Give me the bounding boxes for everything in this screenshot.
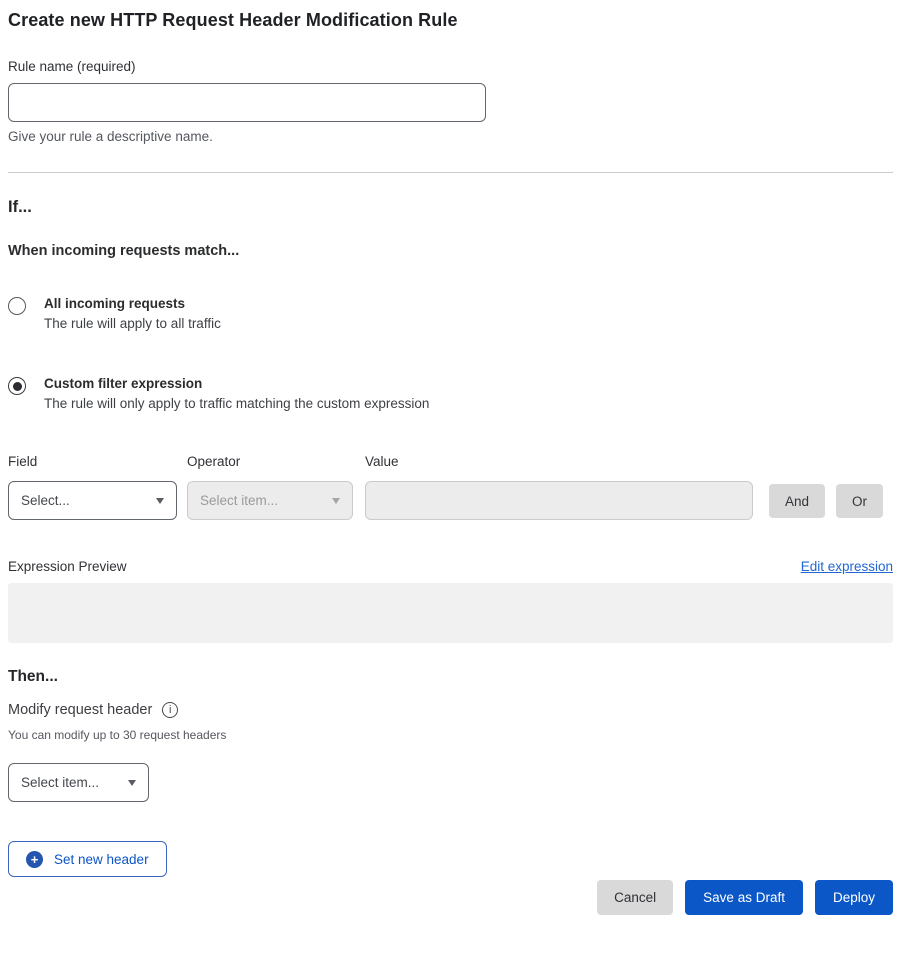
set-new-header-label: Set new header [54,852,149,867]
rule-name-input[interactable] [8,83,486,122]
modify-header-label: Modify request header [8,702,152,718]
option-all-incoming-requests[interactable]: All incoming requests The rule will appl… [8,296,893,331]
value-input [365,481,753,520]
radio-button-selected[interactable] [8,377,26,395]
option-text: All incoming requests The rule will appl… [44,296,221,331]
option-description: The rule will only apply to traffic matc… [44,396,429,411]
field-select-value: Select... [21,493,70,508]
radio-button-unselected[interactable] [8,297,26,315]
save-draft-button[interactable]: Save as Draft [685,880,803,915]
then-heading: Then... [8,668,893,686]
header-item-select[interactable]: Select item... [8,763,149,802]
footer-actions: Cancel Save as Draft Deploy [8,880,893,915]
section-divider [8,172,893,173]
operator-column: Operator Select item... [187,454,353,520]
edit-expression-link[interactable]: Edit expression [801,559,893,574]
if-heading: If... [8,198,893,217]
expression-builder-row: Field Select... Operator Select item... … [8,454,893,520]
option-custom-filter-expression[interactable]: Custom filter expression The rule will o… [8,376,893,411]
rule-name-label: Rule name (required) [8,59,893,74]
option-description: The rule will apply to all traffic [44,316,221,331]
operator-select: Select item... [187,481,353,520]
operator-label: Operator [187,454,353,469]
modify-header-helper: You can modify up to 30 request headers [8,728,893,742]
create-rule-form: Create new HTTP Request Header Modificat… [0,0,899,915]
set-new-header-button[interactable]: + Set new header [8,841,167,877]
field-column: Field Select... [8,454,177,520]
chevron-down-icon [128,780,136,786]
page-title: Create new HTTP Request Header Modificat… [8,10,893,31]
plus-icon: + [26,851,43,868]
expression-preview-box [8,583,893,643]
expression-preview-label: Expression Preview [8,559,127,574]
deploy-button[interactable]: Deploy [815,880,893,915]
chevron-down-icon [332,498,340,504]
cancel-button[interactable]: Cancel [597,880,673,915]
field-select[interactable]: Select... [8,481,177,520]
value-column: Value [365,454,753,520]
chevron-down-icon [156,498,164,504]
expression-preview-header: Expression Preview Edit expression [8,559,893,574]
option-label: Custom filter expression [44,376,429,391]
modify-header-row: Modify request header i [8,702,893,718]
header-item-select-value: Select item... [21,775,99,790]
operator-select-value: Select item... [200,493,278,508]
option-text: Custom filter expression The rule will o… [44,376,429,411]
option-label: All incoming requests [44,296,221,311]
or-button[interactable]: Or [836,484,883,518]
field-label: Field [8,454,177,469]
match-subheading: When incoming requests match... [8,243,893,259]
and-button[interactable]: And [769,484,825,518]
value-label: Value [365,454,753,469]
info-icon[interactable]: i [162,702,178,718]
rule-name-helper: Give your rule a descriptive name. [8,129,893,144]
